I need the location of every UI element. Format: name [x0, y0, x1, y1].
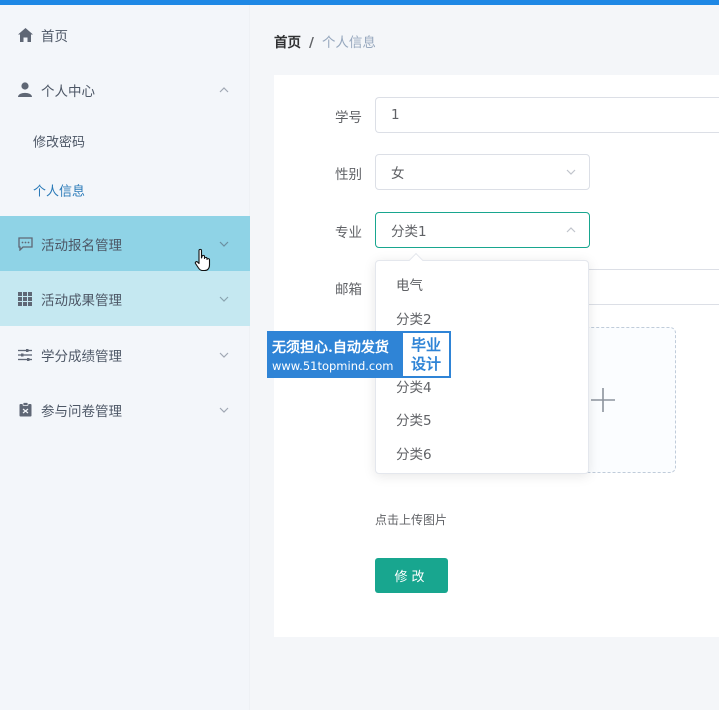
sidebar-item-home[interactable]: 首页 [0, 7, 250, 62]
chevron-up-icon [565, 224, 577, 236]
sidebar-item-personal-center[interactable]: 个人中心 [0, 62, 250, 117]
watermark-badge-line1: 毕业 [410, 335, 441, 354]
major-value: 分类1 [391, 224, 427, 240]
chat-icon [17, 236, 33, 252]
sidebar-subitem-label: 修改密码 [33, 135, 86, 151]
sidebar-item-credit-grades[interactable]: 学分成绩管理 [0, 327, 250, 382]
grid-icon [17, 291, 33, 307]
gender-label: 性别 [335, 167, 362, 183]
clipboard-icon [17, 402, 33, 418]
home-icon [17, 27, 33, 43]
sidebar-item-label: 个人中心 [41, 83, 95, 100]
sidebar-item-label: 学分成绩管理 [41, 348, 122, 365]
sidebar: 首页 个人中心 修改密码 个人信息 活动报名管理 活动成果管理 学分成绩管理 参… [0, 5, 250, 710]
sidebar-subitem-personal-info[interactable]: 个人信息 [0, 166, 250, 214]
plus-icon [589, 386, 617, 414]
student-id-label: 学号 [335, 110, 362, 126]
student-id-value: 1 [391, 107, 400, 123]
watermark-line2: www.51topmind.com [272, 358, 394, 373]
email-label: 邮箱 [335, 282, 362, 298]
breadcrumb: 首页 / 个人信息 [274, 31, 376, 51]
chevron-up-icon [218, 84, 230, 96]
chevron-down-icon [218, 293, 230, 305]
dropdown-option[interactable]: 分类5 [376, 402, 588, 436]
submit-button-label: 修改 [394, 570, 429, 585]
chevron-down-icon [218, 238, 230, 250]
sidebar-subitem-change-password[interactable]: 修改密码 [0, 117, 250, 165]
sidebar-subitem-label: 个人信息 [33, 184, 86, 200]
breadcrumb-home[interactable]: 首页 [274, 35, 301, 51]
watermark-text-block: 无须担心.自动发货 www.51topmind.com [267, 331, 401, 378]
sidebar-item-label: 活动报名管理 [41, 237, 122, 254]
watermark-line1: 无须担心.自动发货 [272, 339, 389, 356]
major-label: 专业 [335, 225, 362, 241]
hand-cursor-icon [194, 248, 212, 272]
dropdown-option[interactable]: 分类2 [376, 301, 588, 335]
chevron-down-icon [565, 166, 577, 178]
submit-button[interactable]: 修改 [375, 558, 448, 593]
breadcrumb-current: 个人信息 [321, 35, 376, 51]
watermark-badge: 毕业 设计 [401, 331, 451, 378]
student-id-input[interactable]: 1 [375, 97, 719, 133]
sliders-icon [17, 347, 33, 363]
sidebar-item-survey-participation[interactable]: 参与问卷管理 [0, 382, 250, 437]
major-select[interactable]: 分类1 [375, 212, 590, 248]
sidebar-item-label: 参与问卷管理 [41, 403, 122, 420]
gender-value: 女 [391, 166, 405, 182]
dropdown-option[interactable]: 电气 [376, 267, 588, 301]
upload-tip: 点击上传图片 [375, 513, 448, 527]
sidebar-item-label: 活动成果管理 [41, 292, 122, 309]
watermark: 无须担心.自动发货 www.51topmind.com 毕业 设计 [267, 331, 451, 378]
sidebar-item-label: 首页 [41, 28, 68, 45]
dropdown-option[interactable]: 分类6 [376, 436, 588, 470]
breadcrumb-separator: / [309, 35, 314, 51]
gender-select[interactable]: 女 [375, 154, 590, 190]
chevron-down-icon [218, 349, 230, 361]
sidebar-item-activity-results[interactable]: 活动成果管理 [0, 271, 250, 326]
watermark-badge-line2: 设计 [410, 354, 441, 373]
user-icon [17, 82, 33, 98]
sidebar-item-activity-registration[interactable]: 活动报名管理 [0, 216, 250, 271]
chevron-down-icon [218, 404, 230, 416]
